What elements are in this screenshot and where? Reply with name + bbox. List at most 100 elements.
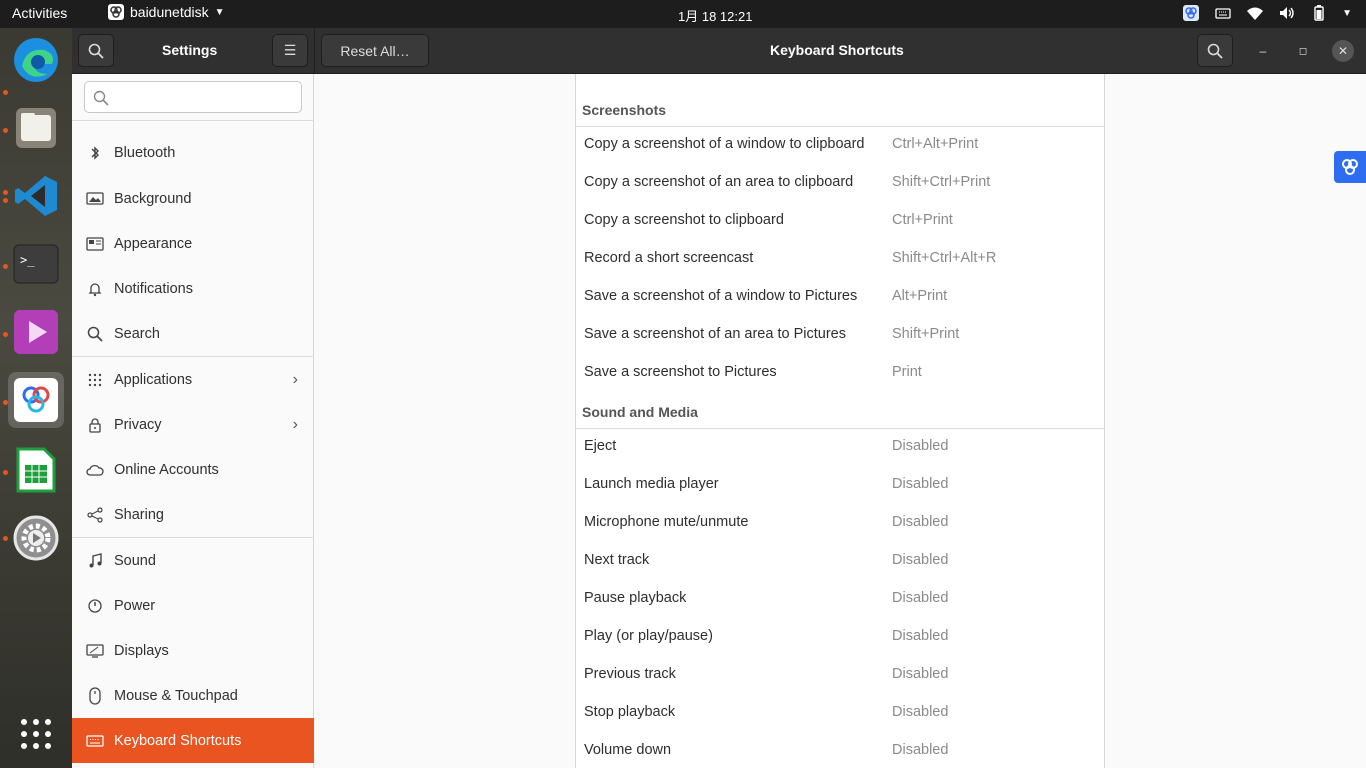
dock-item-baidunetdisk[interactable]	[8, 372, 64, 428]
shortcut-accelerator: Ctrl+Print	[892, 212, 953, 228]
background-icon	[86, 190, 104, 208]
shortcut-accelerator: Alt+Print	[892, 288, 948, 304]
sidebar-item-keyboard-shortcuts[interactable]: Keyboard Shortcuts	[72, 718, 314, 763]
sidebar-item-notifications[interactable]: Notifications	[72, 266, 314, 311]
sidebar-item-displays[interactable]: Displays	[72, 628, 314, 673]
sidebar-item-sharing[interactable]: Sharing	[72, 492, 314, 537]
shortcut-row[interactable]: Play (or play/pause) Disabled	[576, 618, 1104, 656]
dock-item-libreoffice-calc[interactable]	[8, 442, 64, 498]
bluetooth-icon	[86, 144, 104, 162]
system-tray[interactable]: ▼	[1182, 4, 1352, 22]
sidebar-item-power[interactable]: Power	[72, 583, 314, 628]
baidunetdisk-tray-icon[interactable]	[1182, 4, 1200, 22]
dock-item-terminal[interactable]: >_	[8, 236, 64, 292]
clock[interactable]: 1月 18 12:21	[678, 6, 752, 25]
sidebar-item-search[interactable]: Search	[72, 311, 314, 356]
shortcut-row[interactable]: Record a short screencast Shift+Ctrl+Alt+…	[576, 240, 1104, 278]
baidunetdisk-icon	[108, 4, 124, 20]
shortcut-row[interactable]: Save a screenshot of an area to Pictures…	[576, 316, 1104, 354]
app-grid-icon	[21, 719, 51, 749]
sidebar-item-privacy[interactable]: Privacy ›	[72, 402, 314, 447]
shortcut-row[interactable]: Volume down Disabled	[576, 732, 1104, 768]
section-title: Screenshots	[582, 102, 667, 118]
shortcut-name: Record a short screencast	[584, 250, 754, 266]
running-indicator	[3, 128, 8, 133]
power-menu-chevron-icon[interactable]: ▼	[1342, 8, 1352, 19]
shortcut-row[interactable]: Save a screenshot to Pictures Print	[576, 354, 1104, 392]
shortcut-name: Copy a screenshot of a window to clipboa…	[584, 136, 865, 152]
shortcut-row[interactable]: Launch media player Disabled	[576, 466, 1104, 504]
sidebar-item-label: Displays	[114, 642, 169, 659]
sidebar-item-background[interactable]: Background	[72, 176, 314, 221]
sidebar-item-applications[interactable]: Applications ›	[72, 357, 314, 402]
shortcut-search-button[interactable]	[1197, 34, 1233, 67]
shortcut-accelerator: Shift+Ctrl+Alt+R	[892, 250, 997, 266]
dock-item-vscode[interactable]	[8, 168, 64, 224]
shortcut-name: Volume down	[584, 742, 672, 758]
shortcut-row[interactable]: Copy a screenshot of a window to clipboa…	[576, 126, 1104, 164]
sidebar-search-field[interactable]	[115, 86, 295, 108]
files-icon	[16, 108, 56, 148]
shortcut-accelerator: Disabled	[892, 628, 949, 644]
shortcut-row[interactable]: Save a screenshot of a window to Picture…	[576, 278, 1104, 316]
minimize-button[interactable]: –	[1252, 40, 1274, 62]
running-indicator	[3, 90, 8, 95]
sidebar-search-input[interactable]	[84, 81, 302, 113]
sidebar-item-label: Sharing	[114, 506, 164, 523]
sidebar-item-sound[interactable]: Sound	[72, 538, 314, 583]
shortcut-row[interactable]: Pause playback Disabled	[576, 580, 1104, 618]
shortcut-row[interactable]: Copy a screenshot to clipboard Ctrl+Print	[576, 202, 1104, 240]
search-icon	[1207, 43, 1223, 59]
keyboard-layout-icon[interactable]	[1214, 4, 1232, 22]
sidebar-search-button[interactable]	[78, 34, 114, 67]
shortcut-row[interactable]: Eject Disabled	[576, 428, 1104, 466]
sidebar-item-label: Bluetooth	[114, 144, 176, 161]
shortcut-row[interactable]: Copy a screenshot of an area to clipboar…	[576, 164, 1104, 202]
sidebar-item-appearance[interactable]: Appearance	[72, 221, 314, 266]
close-icon: ✕	[1337, 44, 1349, 58]
shortcut-name: Play (or play/pause)	[584, 628, 713, 644]
shortcut-accelerator: Disabled	[892, 438, 949, 454]
video-player-icon	[14, 310, 58, 354]
volume-icon[interactable]	[1278, 4, 1296, 22]
wifi-icon[interactable]	[1246, 4, 1264, 22]
page-title: Keyboard Shortcuts	[770, 42, 904, 58]
close-button[interactable]: ✕	[1332, 40, 1354, 62]
shortcut-name: Launch media player	[584, 476, 719, 492]
app-menu[interactable]: baidunetdisk ▼	[108, 4, 225, 20]
sidebar-item-bluetooth[interactable]: Bluetooth	[72, 130, 314, 175]
shortcut-row[interactable]: Previous track Disabled	[576, 656, 1104, 694]
battery-icon[interactable]	[1310, 4, 1328, 22]
maximize-icon: ◻	[1298, 45, 1308, 57]
shortcut-row[interactable]: Microphone mute/unmute Disabled	[576, 504, 1104, 542]
keyboard-icon	[86, 732, 104, 750]
activities-button[interactable]: Activities	[12, 5, 67, 21]
main-menu-button[interactable]: ☰	[272, 34, 308, 67]
search-icon	[93, 90, 109, 106]
svg-text:>_: >_	[20, 253, 35, 267]
reset-all-button[interactable]: Reset All…	[321, 34, 429, 67]
app-menu-label: baidunetdisk	[130, 4, 209, 20]
sidebar-item-mouse-touchpad[interactable]: Mouse & Touchpad	[72, 673, 314, 718]
dock-item-video-player[interactable]	[8, 304, 64, 360]
dock-item-settings[interactable]	[8, 510, 64, 566]
shortcut-accelerator: Disabled	[892, 704, 949, 720]
dock-item-files[interactable]	[8, 100, 64, 156]
search-icon	[88, 43, 104, 59]
shortcut-accelerator: Shift+Print	[892, 326, 960, 342]
chevron-right-icon: ›	[292, 371, 298, 388]
running-indicator	[3, 198, 8, 203]
sidebar-item-label: Search	[114, 325, 160, 342]
shortcut-name: Pause playback	[584, 590, 687, 606]
dock-item-edge[interactable]	[8, 32, 64, 88]
shortcut-row[interactable]: Stop playback Disabled	[576, 694, 1104, 732]
chevron-right-icon: ›	[292, 416, 298, 433]
show-applications-button[interactable]	[8, 706, 64, 762]
shortcut-row[interactable]: Next track Disabled	[576, 542, 1104, 580]
sidebar-item-online-accounts[interactable]: Online Accounts	[72, 447, 314, 492]
lock-icon	[86, 416, 104, 434]
running-indicator	[3, 264, 8, 269]
maximize-button[interactable]: ◻	[1292, 40, 1314, 62]
baidunetdisk-floating-button[interactable]	[1334, 151, 1366, 183]
terminal-icon: >_	[13, 244, 59, 284]
